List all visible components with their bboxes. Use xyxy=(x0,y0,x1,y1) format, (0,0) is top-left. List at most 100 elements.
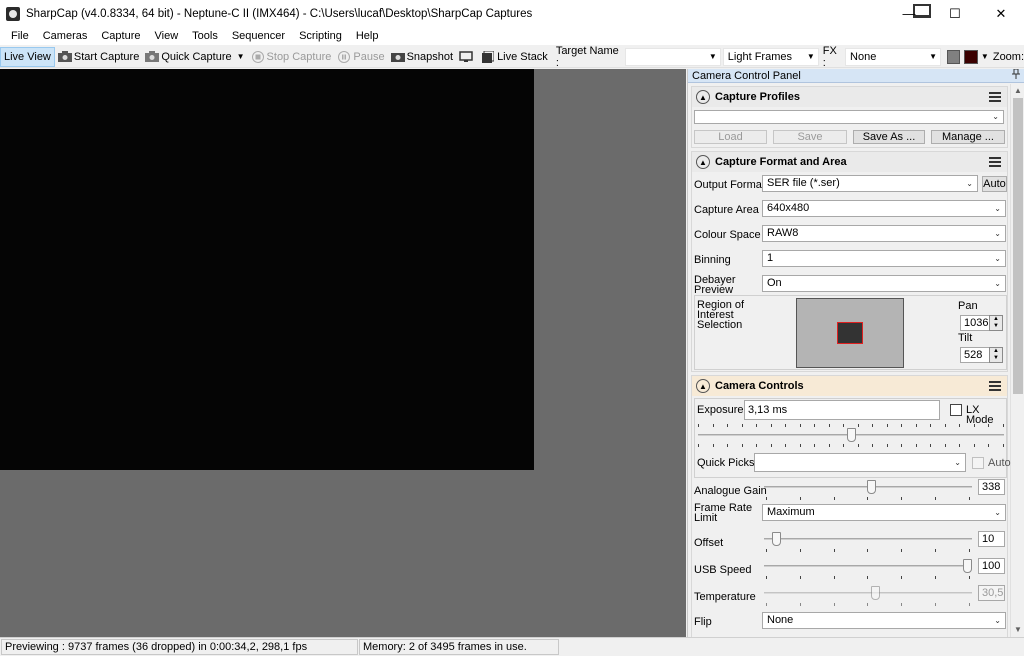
chevron-down-icon: ⌄ xyxy=(994,279,1001,288)
save-as-button[interactable]: Save As ... xyxy=(853,130,925,144)
capture-format-title: Capture Format and Area xyxy=(715,156,847,168)
chevron-down-icon[interactable]: ▼ xyxy=(237,52,245,61)
capture-profiles-header[interactable]: ▲ Capture Profiles xyxy=(692,87,1007,107)
hamburger-menu-icon[interactable] xyxy=(989,157,1001,167)
camera-control-panel: Camera Control Panel ▲ ▼ ▲ Capture Profi… xyxy=(687,69,1024,637)
maximize-button[interactable]: ☐ xyxy=(932,0,978,27)
colour-space-label: Colour Space xyxy=(694,229,761,241)
live-stack-button[interactable]: Live Stack xyxy=(478,47,551,67)
stop-capture-button[interactable]: Stop Capture xyxy=(248,47,335,67)
pan-input[interactable]: 1036 xyxy=(960,315,990,331)
output-format-label: Output Format xyxy=(694,179,765,191)
collapse-icon[interactable]: ▲ xyxy=(696,155,710,169)
capture-profiles-title: Capture Profiles xyxy=(715,91,800,103)
capture-area-select[interactable]: 640x480 ⌄ xyxy=(762,200,1006,217)
quick-capture-button[interactable]: Quick Capture ▼ xyxy=(142,47,247,67)
snapshot-label: Snapshot xyxy=(406,50,454,63)
usb-speed-input[interactable]: 100 xyxy=(978,558,1005,574)
chevron-down-icon[interactable]: ▼ xyxy=(981,52,989,61)
exposure-slider-thumb[interactable] xyxy=(846,428,856,442)
quick-picks-select[interactable]: ⌄ xyxy=(754,453,966,472)
offset-slider-thumb[interactable] xyxy=(771,532,781,546)
colour-space-select[interactable]: RAW8 ⌄ xyxy=(762,225,1006,242)
usb-speed-slider-track[interactable] xyxy=(764,565,972,567)
camera-controls-header[interactable]: ▲ Camera Controls xyxy=(692,376,1007,396)
capture-format-header[interactable]: ▲ Capture Format and Area xyxy=(692,152,1007,172)
menu-bar: File Cameras Capture View Tools Sequence… xyxy=(0,27,1024,45)
display-settings-button[interactable] xyxy=(456,47,478,67)
offset-label: Offset xyxy=(694,537,724,549)
frame-rate-limit-select[interactable]: Maximum ⌄ xyxy=(762,504,1006,521)
roi-rectangle[interactable] xyxy=(837,322,863,344)
preview-area[interactable] xyxy=(0,69,686,637)
debayer-preview-select[interactable]: On ⌄ xyxy=(762,275,1006,292)
save-button[interactable]: Save xyxy=(773,130,847,144)
offset-input[interactable]: 10 xyxy=(978,531,1005,547)
manage-button[interactable]: Manage ... xyxy=(931,130,1005,144)
panel-header: Camera Control Panel xyxy=(688,69,1024,83)
menu-capture[interactable]: Capture xyxy=(94,27,147,45)
menu-view[interactable]: View xyxy=(148,27,186,45)
exposure-input[interactable]: 3,13 ms xyxy=(744,400,940,420)
roi-preview[interactable] xyxy=(796,298,904,368)
offset-slider-track[interactable] xyxy=(764,538,972,540)
exposure-ticks-bottom xyxy=(698,444,1004,447)
chevron-down-icon: ⌄ xyxy=(992,112,999,121)
start-capture-button[interactable]: Start Capture xyxy=(55,47,142,67)
analogue-gain-input[interactable]: 338 xyxy=(978,479,1005,495)
flip-select[interactable]: None ⌄ xyxy=(762,612,1006,629)
color-swatch-1[interactable] xyxy=(946,49,961,64)
output-format-select[interactable]: SER file (*.ser) ⌄ xyxy=(762,175,978,192)
color-swatch-2[interactable] xyxy=(964,49,978,64)
hamburger-menu-icon[interactable] xyxy=(989,381,1001,391)
lx-mode-checkbox[interactable] xyxy=(950,404,962,416)
collapse-icon[interactable]: ▲ xyxy=(696,90,710,104)
usb-speed-ticks xyxy=(766,576,970,579)
menu-sequencer[interactable]: Sequencer xyxy=(225,27,292,45)
preview-status: Previewing : 9737 frames (36 dropped) in… xyxy=(1,639,358,655)
scroll-up-icon[interactable]: ▲ xyxy=(1011,84,1024,98)
menu-file[interactable]: File xyxy=(4,27,36,45)
pin-icon[interactable] xyxy=(1012,69,1020,84)
usb-speed-slider-thumb[interactable] xyxy=(963,559,972,573)
capture-profiles-section: ▲ Capture Profiles ⌄ Load Save Save As .… xyxy=(691,86,1008,148)
menu-scripting[interactable]: Scripting xyxy=(292,27,349,45)
menu-cameras[interactable]: Cameras xyxy=(36,27,95,45)
capture-profile-select[interactable]: ⌄ xyxy=(694,110,1004,124)
frame-rate-limit-value: Maximum xyxy=(767,506,815,518)
tilt-input[interactable]: 528 xyxy=(960,347,990,363)
fx-select[interactable]: None ▼ xyxy=(845,47,941,66)
binning-select[interactable]: 1 ⌄ xyxy=(762,250,1006,267)
camera-preview-image[interactable] xyxy=(0,69,534,470)
chevron-down-icon: ⌄ xyxy=(994,254,1001,263)
binning-value: 1 xyxy=(767,252,774,264)
scroll-thumb[interactable] xyxy=(1013,98,1023,394)
temperature-label: Temperature xyxy=(694,591,756,603)
pause-button[interactable]: Pause xyxy=(334,47,387,67)
minimize-button[interactable]: — xyxy=(886,0,932,27)
status-bar: Previewing : 9737 frames (36 dropped) in… xyxy=(0,637,1024,656)
load-button[interactable]: Load xyxy=(694,130,767,144)
hamburger-menu-icon[interactable] xyxy=(989,92,1001,102)
tilt-label: Tilt xyxy=(958,332,973,344)
analogue-gain-slider-thumb[interactable] xyxy=(867,480,877,494)
target-name-input[interactable]: ▼ xyxy=(624,47,721,66)
collapse-icon[interactable]: ▲ xyxy=(696,379,710,393)
live-view-button[interactable]: Live View xyxy=(0,46,55,67)
close-button[interactable]: ✕ xyxy=(978,0,1024,27)
menu-help[interactable]: Help xyxy=(349,27,386,45)
quick-picks-auto-checkbox[interactable] xyxy=(972,457,984,469)
auto-button[interactable]: Auto xyxy=(982,176,1007,192)
temperature-input: 30,5 xyxy=(978,585,1005,601)
pan-spinner[interactable]: ▲ ▼ xyxy=(989,315,1003,331)
debayer-preview-label: Debayer Preview xyxy=(694,274,736,296)
frame-type-select[interactable]: Light Frames ▼ xyxy=(722,47,819,66)
offset-ticks xyxy=(766,549,970,552)
camera-controls-section: ▲ Camera Controls Exposure 3,13 ms LX Mo… xyxy=(691,375,1011,637)
menu-tools[interactable]: Tools xyxy=(185,27,225,45)
tilt-spinner[interactable]: ▲ ▼ xyxy=(989,347,1003,363)
panel-scrollbar[interactable]: ▲ ▼ xyxy=(1010,84,1024,637)
scroll-down-icon[interactable]: ▼ xyxy=(1011,623,1024,637)
capture-area-value: 640x480 xyxy=(767,202,810,214)
snapshot-button[interactable]: Snapshot xyxy=(388,47,456,67)
